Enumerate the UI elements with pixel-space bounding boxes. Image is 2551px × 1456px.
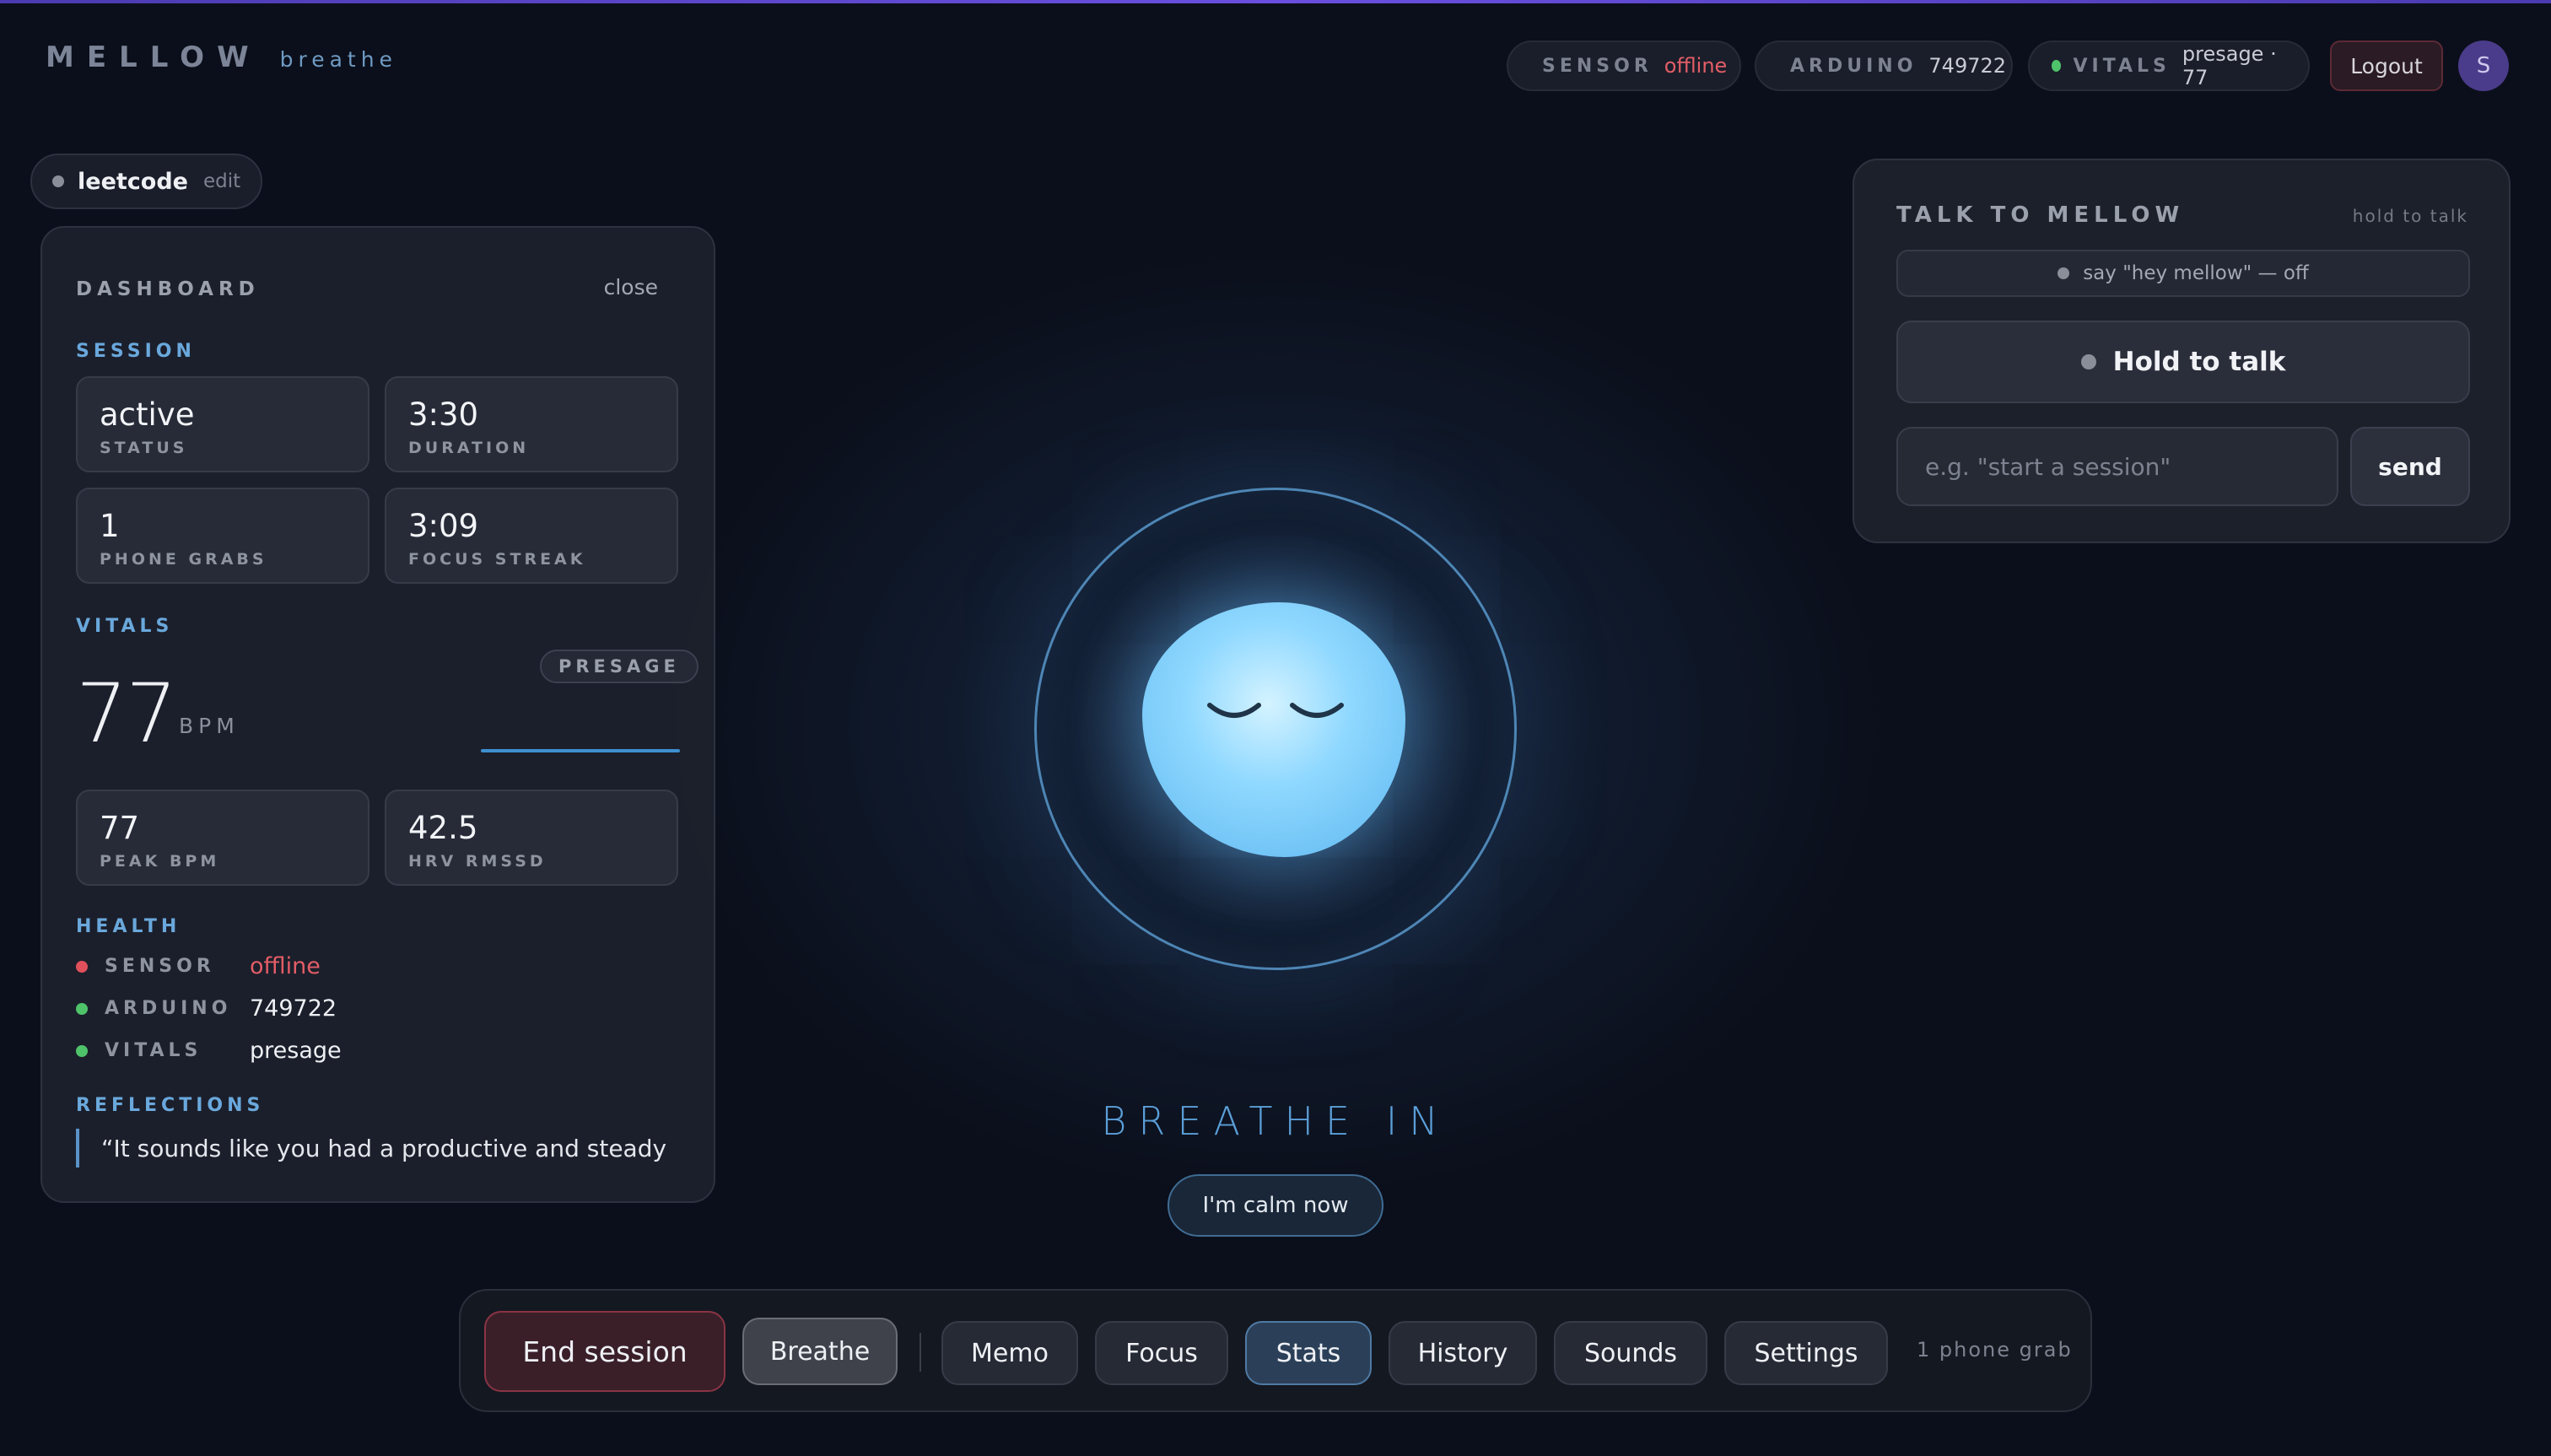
focus-streak-label: FOCUS STREAK [408,550,586,569]
bpm-sparkline [481,749,680,752]
hold-to-talk-button[interactable]: Hold to talk [1896,321,2470,403]
health-arduino-value: 749722 [250,995,337,1022]
breathe-button[interactable]: Breathe [742,1318,898,1385]
focus-streak-value: 3:09 [408,508,479,544]
vitals-source-badge: PRESAGE [540,650,698,683]
focus-button[interactable]: Focus [1095,1321,1228,1385]
health-arduino-label: ARDUINO [105,998,232,1019]
reflections-heading: REFLECTIONS [76,1095,265,1116]
mic-status-dot [2080,354,2096,369]
send-button[interactable]: send [2350,427,2470,506]
vitals-status-pill: VITALS presage · 77 [2028,40,2310,91]
vitals-status-label: VITALS [2073,55,2171,77]
sounds-button[interactable]: Sounds [1554,1321,1707,1385]
vitals-card-hrv: 42.5 HRV RMSSD [385,790,678,886]
vitals-status-value: presage · 77 [2182,42,2277,89]
session-status-value: active [100,396,195,433]
dashboard-panel: DASHBOARD close SESSION active STATUS 3:… [40,226,715,1203]
arduino-status-label: ARDUINO [1790,55,1917,77]
talk-hint: hold to talk [2352,206,2468,226]
wake-word-label: say "hey mellow" — off [2083,262,2309,284]
history-button[interactable]: History [1389,1321,1537,1385]
talk-panel: TALK TO MELLOW hold to talk say "hey mel… [1853,159,2511,543]
bpm-unit: BPM [179,714,240,738]
avatar[interactable]: S [2458,40,2509,91]
hrv-label: HRV RMSSD [408,852,547,871]
vitals-status-dot [2052,60,2062,72]
session-duration-value: 3:30 [408,396,479,433]
health-row-arduino: ARDUINO 749722 [76,995,337,1022]
session-heading: SESSION [76,341,196,362]
dashboard-title: DASHBOARD [76,278,260,300]
calm-now-button[interactable]: I'm calm now [1168,1174,1383,1237]
hold-to-talk-label: Hold to talk [2112,347,2286,377]
phone-grab-count: 1 phone grab [1917,1338,2073,1362]
session-status-label: STATUS [100,439,188,457]
arduino-status-value: 749722 [1928,54,2007,78]
top-accent-line [0,0,2551,3]
dashboard-close-button[interactable]: close [604,275,658,299]
left-eye-icon [1207,703,1261,718]
wake-word-toggle[interactable]: say "hey mellow" — off [1896,250,2470,297]
brand: MELLOW breathe [46,40,397,74]
vitals-card-peak-bpm: 77 PEAK BPM [76,790,369,886]
stats-button[interactable]: Stats [1245,1321,1372,1385]
health-vitals-value: presage [250,1038,342,1064]
session-card-phone-grabs: 1 PHONE GRABS [76,488,369,584]
settings-button[interactable]: Settings [1724,1321,1888,1385]
brand-name: MELLOW [46,40,262,74]
end-session-button[interactable]: End session [484,1311,725,1392]
sensor-status-value: offline [1664,54,1728,78]
arduino-status-pill: ARDUINO 749722 [1755,40,2013,91]
health-heading: HEALTH [76,916,181,937]
health-sensor-value: offline [250,953,321,979]
sensor-status-pill: SENSOR offline [1507,40,1741,91]
health-sensor-dot [76,960,88,973]
bottom-toolbar: End session Breathe Memo Focus Stats His… [459,1289,2092,1412]
task-edit-link[interactable]: edit [203,170,240,192]
health-vitals-label: VITALS [105,1040,202,1061]
talk-title: TALK TO MELLOW [1896,202,2185,228]
logout-button[interactable]: Logout [2330,40,2443,91]
health-row-vitals: VITALS presage [76,1038,342,1064]
health-row-sensor: SENSOR offline [76,953,321,979]
phone-grabs-label: PHONE GRABS [100,550,267,569]
vitals-heading: VITALS [76,616,174,637]
task-name: leetcode [78,168,188,195]
session-card-status: active STATUS [76,376,369,472]
peak-bpm-value: 77 [100,810,140,846]
right-eye-icon [1290,703,1344,718]
current-task-chip[interactable]: leetcode edit [30,154,263,209]
peak-bpm-label: PEAK BPM [100,852,220,871]
command-input[interactable] [1896,427,2338,506]
session-card-focus-streak: 3:09 FOCUS STREAK [385,488,678,584]
memo-button[interactable]: Memo [941,1321,1078,1385]
hrv-value: 42.5 [408,810,478,846]
sensor-status-label: SENSOR [1542,55,1653,77]
phone-grabs-value: 1 [100,508,120,544]
bpm-value: 77 [76,666,177,761]
task-status-dot [52,175,64,187]
breathe-prompt: BREATHE IN [1101,1098,1450,1144]
session-card-duration: 3:30 DURATION [385,376,678,472]
toolbar-divider [920,1333,921,1372]
health-arduino-dot [76,1002,88,1015]
wake-word-dot [2058,267,2070,279]
session-duration-label: DURATION [408,439,530,457]
health-sensor-label: SENSOR [105,956,215,977]
health-vitals-dot [76,1044,88,1057]
reflection-quote: “It sounds like you had a productive and… [76,1129,666,1167]
brand-subtitle: breathe [279,47,397,72]
